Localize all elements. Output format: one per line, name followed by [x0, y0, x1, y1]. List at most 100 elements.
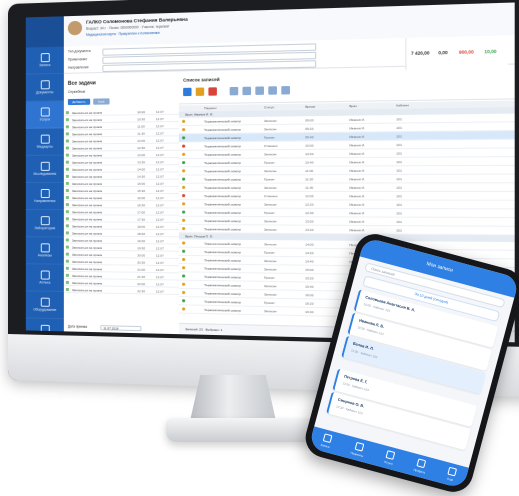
task-time: 13:30 [137, 160, 145, 164]
sidebar-item[interactable]: Записи [26, 47, 64, 75]
checkbox[interactable] [66, 125, 69, 128]
status-dot [182, 307, 185, 310]
sidebar-item[interactable]: Медкарты [26, 128, 64, 156]
task-title: Записаться на прием [72, 217, 102, 221]
checkbox[interactable] [66, 252, 69, 255]
tab-label: Записи [320, 442, 330, 448]
cell-time: 15:20 [305, 276, 313, 280]
delete-icon[interactable] [208, 87, 216, 95]
tab-label: Пациенты [350, 450, 364, 457]
sidebar-item[interactable]: Аптека [26, 264, 64, 292]
checkbox[interactable] [66, 111, 69, 114]
cell-patient: Терапевтический осмотр [204, 186, 241, 190]
sidebar-item[interactable]: Направления [26, 183, 64, 210]
add-task-button[interactable]: Добавить [68, 99, 90, 105]
sidebar-item[interactable]: Документы [26, 74, 64, 102]
sidebar-item[interactable]: Оборудование [26, 291, 64, 319]
col-room[interactable]: Кабинет [396, 103, 409, 107]
patient-link[interactable]: Медицинская карта · Прикреплен к поликли… [86, 31, 160, 37]
checkbox[interactable] [66, 224, 69, 227]
tab-icon [417, 459, 427, 469]
col-time[interactable]: Время [305, 105, 315, 109]
checkbox[interactable] [66, 132, 69, 135]
checkbox[interactable] [66, 160, 69, 163]
cell-patient: Терапевтический осмотр [204, 210, 241, 214]
task-time: 21:00 [137, 267, 145, 271]
checkbox[interactable] [66, 273, 69, 276]
checkbox[interactable] [66, 231, 69, 234]
checkbox[interactable] [66, 146, 69, 149]
cell-time: 16:00 [305, 293, 313, 297]
checkbox[interactable] [66, 217, 69, 220]
sidebar-item-label: Документы [36, 90, 53, 94]
refresh-icon[interactable] [268, 86, 277, 95]
task-date: 12.07 [156, 217, 164, 221]
task-date: 12.07 [156, 167, 164, 171]
status-dot [182, 178, 185, 181]
app-brand [26, 16, 64, 47]
status-dot [182, 145, 185, 148]
checkbox[interactable] [66, 287, 69, 290]
phone-tab[interactable]: Профиль [413, 458, 428, 474]
task-date: 12.07 [156, 289, 164, 293]
checkbox[interactable] [66, 153, 69, 156]
list-item[interactable]: Записаться на прием 15:30 12.07 [64, 187, 179, 194]
edit-icon[interactable] [196, 88, 204, 96]
sidebar-item[interactable]: Лаборатория [26, 210, 64, 237]
sidebar-item[interactable]: Исследования [26, 156, 64, 183]
checkbox[interactable] [66, 245, 69, 248]
list-item[interactable]: Записаться на прием 15:00 12.07 [64, 180, 179, 187]
tab-label: Услуги [384, 459, 393, 465]
sidebar-item[interactable]: Услуги [26, 101, 64, 129]
col-status[interactable]: Статус [264, 105, 274, 109]
task-date: 12.07 [156, 224, 164, 228]
monitor-stand [190, 375, 276, 421]
cell-room: 101 [396, 143, 402, 147]
date-input[interactable]: 11.07.2018 [100, 325, 141, 331]
checkbox[interactable] [66, 188, 69, 191]
status-dot [182, 136, 185, 139]
more-button[interactable]: Ещё [93, 98, 109, 104]
filter-icon[interactable] [255, 86, 264, 95]
cell-status: Записан [264, 152, 277, 156]
phone-tab[interactable]: Записи [320, 433, 332, 448]
cell-status: Записан [264, 227, 277, 231]
cell-status: Записан [264, 202, 277, 206]
table-row[interactable]: Терапевтический осмотр Записан 11:40 Иванов… [179, 183, 515, 192]
checkbox[interactable] [66, 238, 69, 241]
tab-label: Профиль [413, 467, 426, 474]
status-dot [182, 161, 185, 164]
checkbox[interactable] [66, 280, 69, 283]
checkbox[interactable] [66, 259, 69, 262]
list-item[interactable]: Записаться на прием 22:30 12.07 [64, 286, 179, 295]
checkbox[interactable] [66, 210, 69, 213]
summary-paid: 0,00 [438, 50, 447, 56]
status-dot [182, 128, 185, 131]
settings-icon[interactable] [281, 86, 290, 95]
form-label-type: Тип документа [68, 49, 91, 56]
print-icon[interactable] [230, 87, 239, 95]
checkbox[interactable] [66, 181, 69, 184]
monitor-base [166, 418, 316, 442]
cell-time: 09:00 [305, 118, 313, 122]
phone-tab[interactable]: Пациенты [350, 441, 366, 457]
sidebar-item-label: Медкарты [37, 145, 53, 149]
cell-doctor: Иванов И. [349, 160, 365, 164]
checkbox[interactable] [66, 266, 69, 269]
col-doctor[interactable]: Врач [349, 104, 357, 108]
cell-patient: Терапевтический осмотр [204, 266, 241, 271]
checkbox[interactable] [66, 174, 69, 177]
sidebar-item[interactable]: Анализы [26, 237, 64, 265]
checkbox[interactable] [66, 139, 69, 142]
checkbox[interactable] [66, 118, 69, 121]
tasks-filter[interactable]: Служебные [68, 90, 86, 94]
phone-tab[interactable]: Ещё [446, 467, 457, 482]
phone-tab[interactable]: Услуги [384, 450, 396, 465]
export-icon[interactable] [242, 87, 251, 95]
checkbox[interactable] [66, 167, 69, 170]
add-icon[interactable] [183, 88, 191, 96]
task-date: 12.07 [156, 246, 164, 250]
checkbox[interactable] [66, 196, 69, 199]
checkbox[interactable] [66, 203, 69, 206]
col-patient[interactable]: Пациент [204, 106, 217, 110]
